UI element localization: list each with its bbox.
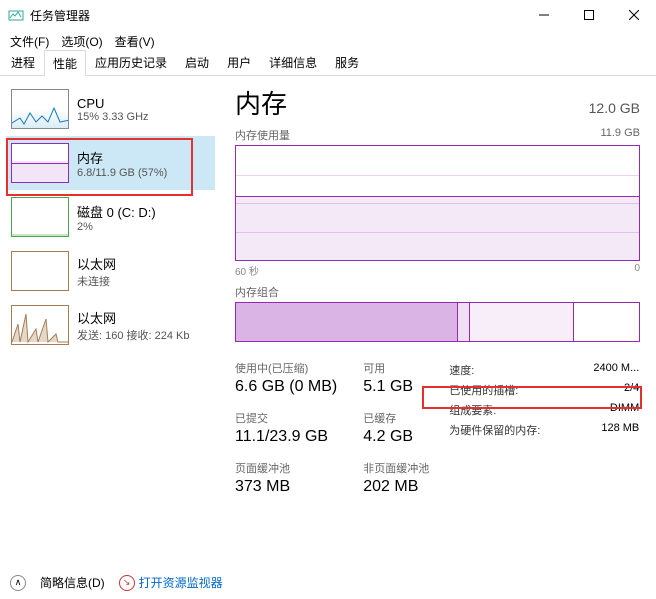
sidebar-item-detail: 未连接 [77,273,116,289]
sidebar-item-label: CPU [77,96,149,111]
page-title: 内存 [235,84,287,121]
footer: ∧ 简略信息(D) ↘ 打开资源监视器 [10,574,223,591]
stat-label: 非页面缓冲池 [363,460,429,476]
window-title: 任务管理器 [30,7,521,24]
brief-info-link[interactable]: 简略信息(D) [40,574,105,591]
stat-nonpaged: 202 MB [363,478,429,496]
tab-startup[interactable]: 启动 [176,49,218,75]
sidebar-item-ethernet-2[interactable]: 以太网发送: 160 接收: 224 Kb [6,298,215,352]
prop-label: 组成要素: [449,402,496,418]
ethernet-thumb-icon [11,305,69,345]
maximize-button[interactable] [566,0,611,30]
close-button[interactable] [611,0,656,30]
sidebar-item-detail: 2% [77,221,156,233]
composition-label: 内存组合 [235,284,279,300]
sidebar-item-detail: 发送: 160 接收: 224 Kb [77,327,190,343]
tabbar: 进程 性能 应用历史记录 启动 用户 详细信息 服务 [0,52,656,76]
tab-processes[interactable]: 进程 [2,49,44,75]
minimize-button[interactable] [521,0,566,30]
resmon-icon: ↘ [119,575,135,591]
prop-form: DIMM [610,402,639,418]
disk-thumb-icon [11,197,69,237]
main-panel: 内存 12.0 GB 内存使用量 11.9 GB 60 秒 0 内存组合 使用中(已… [215,76,656,566]
stat-paged: 373 MB [235,478,337,496]
stat-in-use: 6.6 GB (0 MB) [235,378,337,396]
prop-slots: 2/4 [624,382,639,398]
seg-free [574,303,639,341]
sidebar-item-memory[interactable]: 内存6.8/11.9 GB (57%) [6,136,215,190]
seg-in-use [236,303,458,341]
memory-composition-chart[interactable] [235,302,640,342]
prop-speed: 2400 M... [593,362,639,378]
seg-standby [470,303,575,341]
tab-app-history[interactable]: 应用历史记录 [86,49,176,75]
resmon-label: 打开资源监视器 [139,574,223,591]
stat-label: 页面缓冲池 [235,460,337,476]
axis-left: 60 秒 [235,263,259,278]
sidebar-item-detail: 15% 3.33 GHz [77,111,149,123]
prop-label: 已使用的插槽: [449,382,518,398]
usage-chart-max: 11.9 GB [600,127,640,143]
tab-performance[interactable]: 性能 [44,50,86,76]
open-resmon-link[interactable]: ↘ 打开资源监视器 [119,574,223,591]
stat-label: 已提交 [235,410,337,426]
stat-label: 可用 [363,360,429,376]
usage-chart-label: 内存使用量 [235,127,290,143]
axis-right: 0 [634,263,640,278]
stat-label: 已缓存 [363,410,429,426]
tab-details[interactable]: 详细信息 [260,49,326,75]
stat-label: 使用中(已压缩) [235,360,337,376]
titlebar: 任务管理器 [0,0,656,30]
prop-label: 为硬件保留的内存: [449,422,540,438]
sidebar-item-detail: 6.8/11.9 GB (57%) [77,167,167,179]
prop-label: 速度: [449,362,474,378]
sidebar-item-cpu[interactable]: CPU15% 3.33 GHz [6,82,215,136]
sidebar-item-label: 以太网 [77,254,116,273]
stat-committed: 11.1/23.9 GB [235,428,337,446]
memory-usage-chart[interactable] [235,145,640,261]
sidebar-item-label: 内存 [77,148,167,167]
sidebar-item-disk[interactable]: 磁盘 0 (C: D:)2% [6,190,215,244]
prop-reserved: 128 MB [601,422,639,438]
cpu-thumb-icon [11,89,69,129]
collapse-icon[interactable]: ∧ [10,575,26,591]
stat-cached: 4.2 GB [363,428,429,446]
tab-services[interactable]: 服务 [326,49,368,75]
sidebar-item-ethernet-1[interactable]: 以太网未连接 [6,244,215,298]
sidebar-item-label: 以太网 [77,308,190,327]
sidebar-item-label: 磁盘 0 (C: D:) [77,202,156,221]
tab-users[interactable]: 用户 [218,49,260,75]
stat-available: 5.1 GB [363,378,429,396]
memory-total: 12.0 GB [589,100,640,116]
sidebar: CPU15% 3.33 GHz 内存6.8/11.9 GB (57%) 磁盘 0… [0,76,215,566]
app-icon [8,7,24,23]
memory-thumb-icon [11,143,69,183]
memory-properties: 速度: 2400 M... 已使用的插槽: 2/4 组成要素: DIMM 为硬件保留的… [449,360,639,496]
seg-modified [458,303,470,341]
ethernet-thumb-icon [11,251,69,291]
